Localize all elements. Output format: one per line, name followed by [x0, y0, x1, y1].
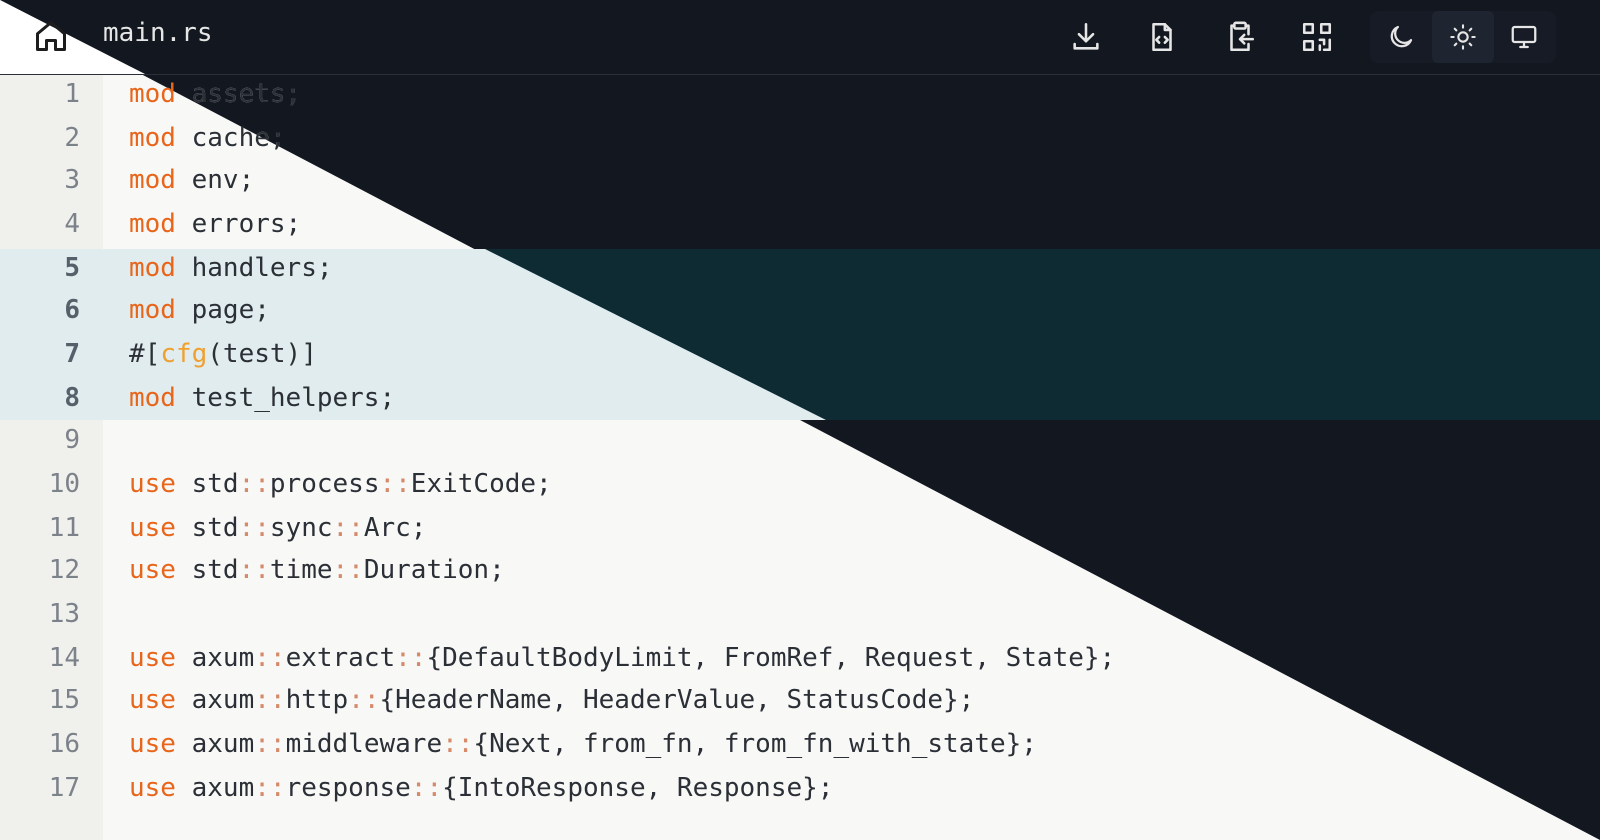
qr-code-button[interactable] [1297, 17, 1337, 57]
code-line: use axum::extract::{DefaultBodyLimit, Fr… [129, 643, 1116, 673]
code-line: use axum::http::{HeaderName, HeaderValue… [129, 685, 975, 715]
line-number[interactable]: 9 [0, 425, 80, 455]
line-number[interactable]: 4 [0, 209, 80, 239]
line-number[interactable]: 5 [0, 253, 80, 283]
line-number[interactable]: 1 [0, 79, 80, 109]
code-line: mod assets; [129, 79, 302, 109]
download-button[interactable] [1066, 17, 1106, 57]
monitor-icon [1511, 25, 1537, 49]
code-line: mod page; [129, 295, 270, 325]
light-theme-button[interactable] [1443, 17, 1483, 57]
code-line: use axum::middleware::{Next, from_fn, fr… [129, 729, 1037, 759]
line-number[interactable]: 13 [0, 599, 80, 629]
line-number[interactable]: 15 [0, 685, 80, 715]
view-source-button[interactable] [1142, 17, 1182, 57]
line-number[interactable]: 17 [0, 773, 80, 803]
line-number[interactable]: 3 [0, 165, 80, 195]
download-icon [1073, 22, 1099, 50]
system-theme-button[interactable] [1504, 17, 1544, 57]
top-bar-light-section [0, 0, 145, 74]
dark-theme-button[interactable] [1381, 17, 1421, 57]
theme-switcher [1370, 11, 1556, 63]
line-number[interactable]: 12 [0, 555, 80, 585]
copy-button[interactable] [1220, 17, 1260, 57]
qr-code-icon [1302, 22, 1332, 52]
home-button[interactable] [31, 16, 71, 56]
line-number[interactable]: 8 [0, 383, 80, 413]
code-line: use std::time::Duration; [129, 555, 505, 585]
code-line: use std::process::ExitCode; [129, 469, 552, 499]
moon-icon [1390, 25, 1413, 48]
top-bar: main.rs [0, 0, 1600, 75]
file-code-icon [1152, 22, 1172, 52]
code-line: mod handlers; [129, 253, 333, 283]
code-line: mod cache; [129, 123, 286, 153]
file-name: main.rs [103, 18, 213, 48]
clipboard-arrow-icon [1230, 21, 1255, 52]
code-line: use axum::response::{IntoResponse, Respo… [129, 773, 834, 803]
home-icon [36, 21, 66, 51]
line-number[interactable]: 14 [0, 643, 80, 673]
line-number[interactable]: 7 [0, 339, 80, 369]
line-number[interactable]: 16 [0, 729, 80, 759]
line-number[interactable]: 2 [0, 123, 80, 153]
sun-icon [1450, 24, 1476, 50]
code-line: use std::sync::Arc; [129, 513, 427, 543]
code-line: mod test_helpers; [129, 383, 396, 413]
code-line: mod errors; [129, 209, 302, 239]
line-number[interactable]: 6 [0, 295, 80, 325]
top-bar-border [0, 74, 1600, 75]
line-number[interactable]: 10 [0, 469, 80, 499]
code-line: mod env; [129, 165, 255, 195]
code-line: #[cfg(test)] [129, 339, 317, 369]
line-number[interactable]: 11 [0, 513, 80, 543]
